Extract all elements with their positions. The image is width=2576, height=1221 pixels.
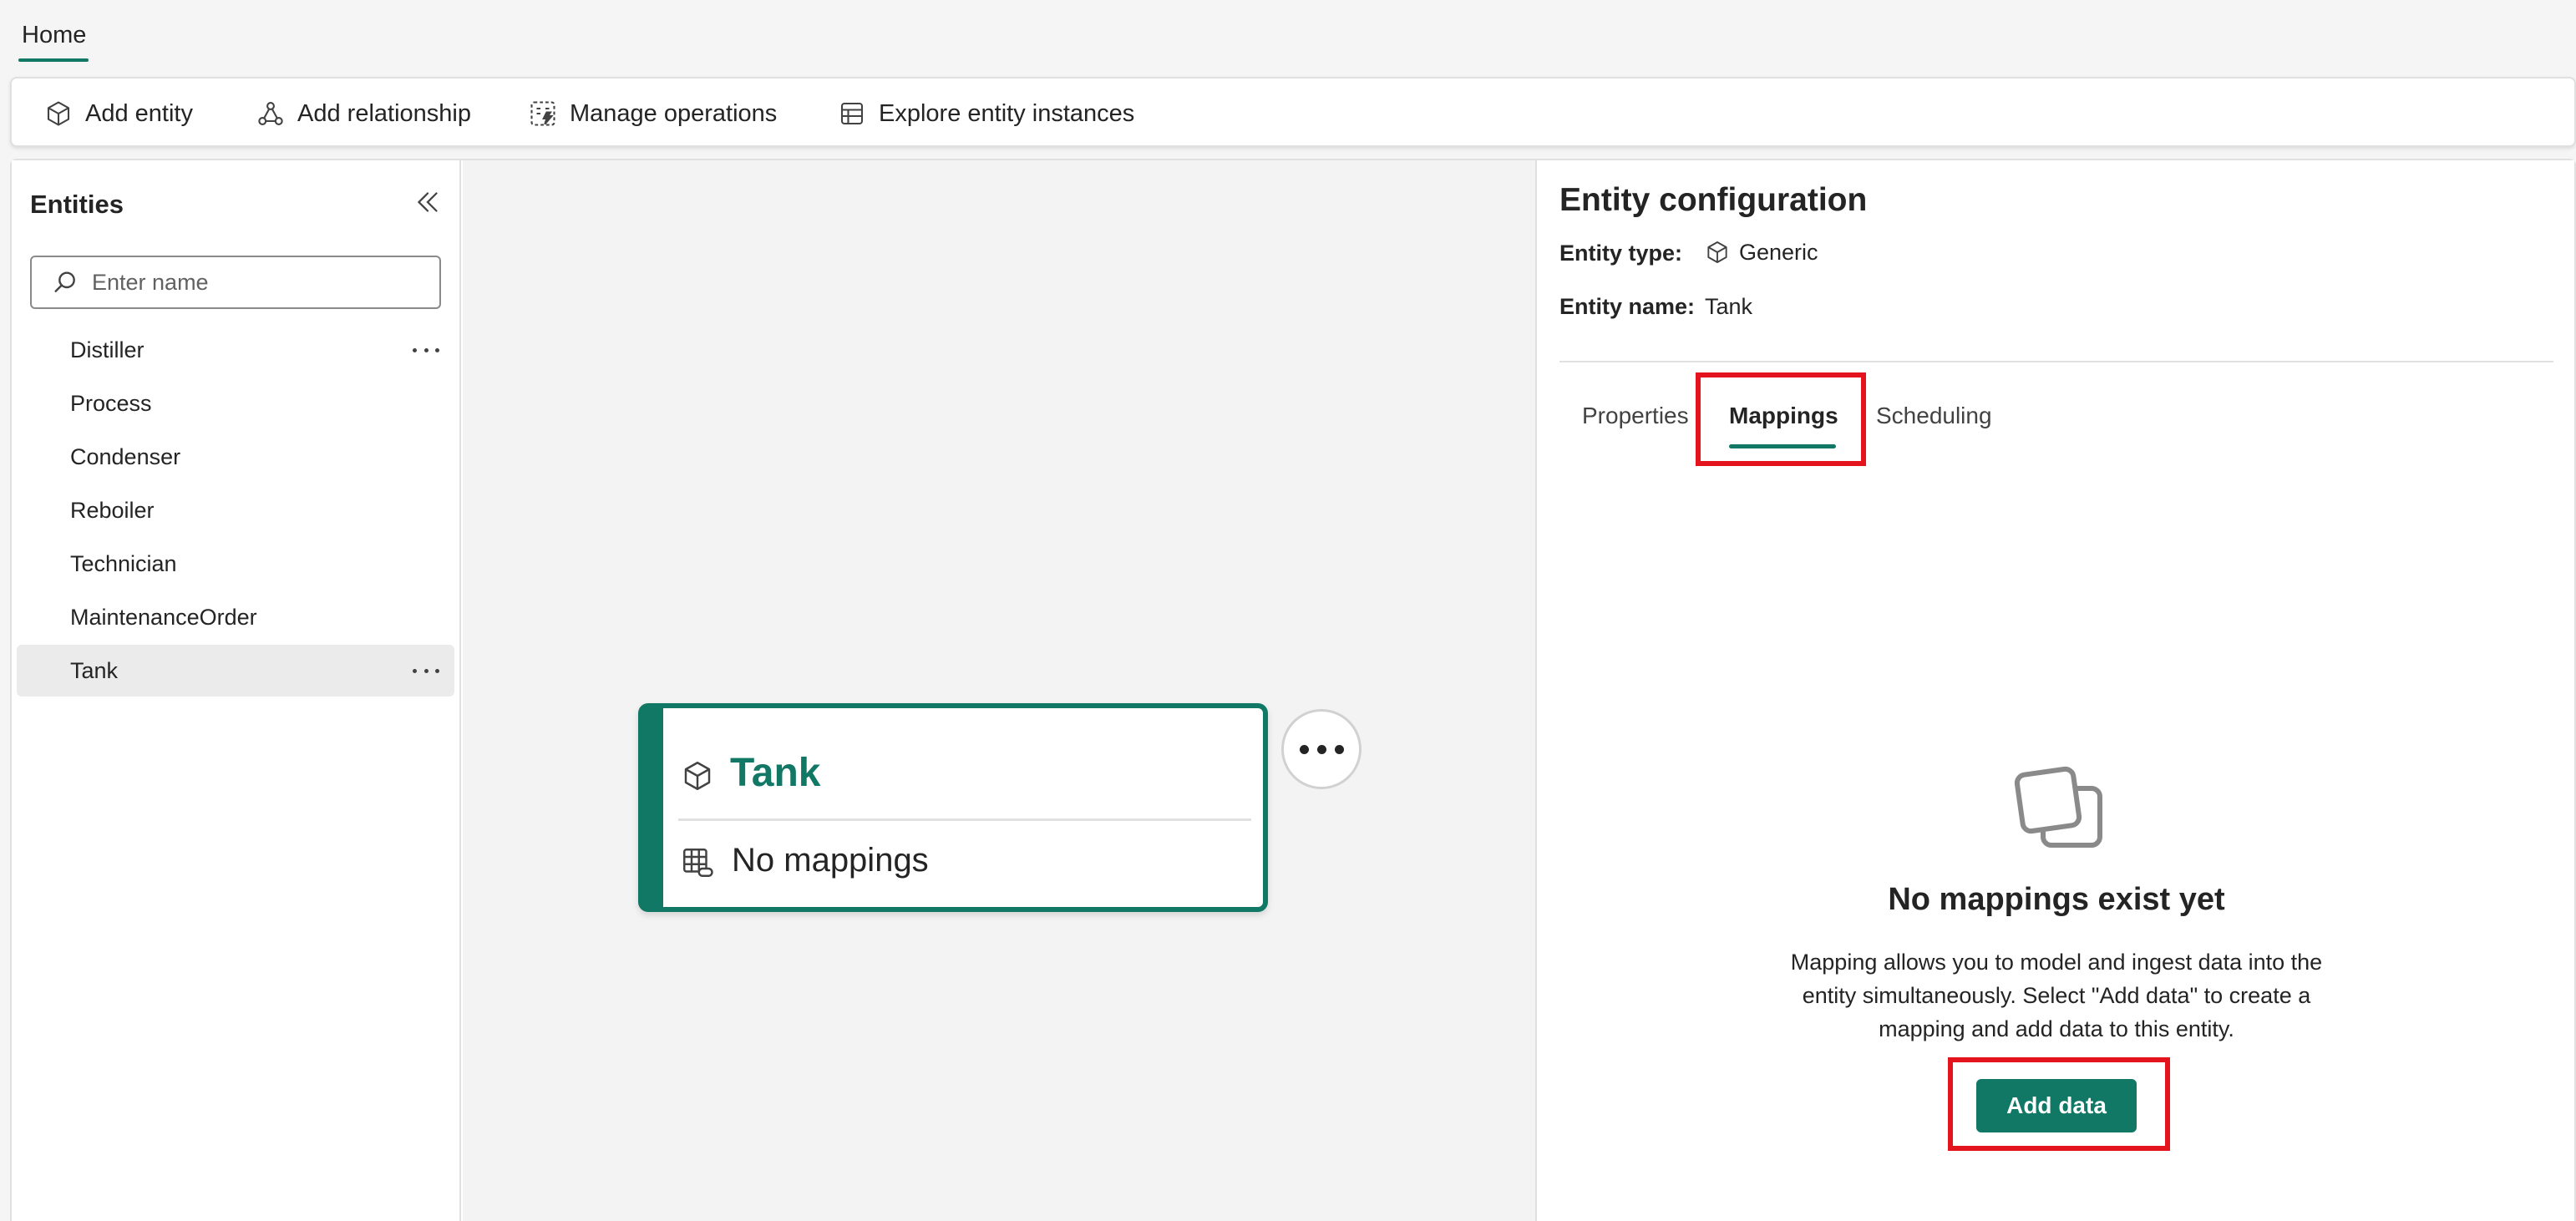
more-options-icon[interactable] <box>413 658 439 683</box>
mappings-tab-highlight <box>1696 372 1866 466</box>
entity-item-label: Technician <box>70 550 177 576</box>
search-icon <box>54 271 75 292</box>
empty-desc-line-1: Mapping allows you to model and ingest d… <box>1790 950 2323 975</box>
entity-item-technician[interactable]: Technician <box>17 538 454 590</box>
add-entity-label: Add entity <box>85 99 193 127</box>
entity-type-label: Entity type: <box>1559 241 1683 266</box>
tab-home[interactable]: Home <box>22 22 86 49</box>
toolbar: Add entity Add relationship Manage opera… <box>10 77 2576 147</box>
entity-item-label: Condenser <box>70 443 181 469</box>
table-link-icon <box>683 849 713 877</box>
card-divider <box>678 818 1251 821</box>
config-title: Entity configuration <box>1559 182 1868 218</box>
entity-item-tank[interactable]: Tank <box>17 645 454 697</box>
entity-item-distiller[interactable]: Distiller <box>17 324 454 376</box>
card-more-options-button[interactable] <box>1281 709 1362 789</box>
add-relationship-label: Add relationship <box>297 99 471 127</box>
graph-canvas[interactable] <box>463 160 1537 1221</box>
entities-title: Entities <box>30 190 124 219</box>
search-box <box>30 256 441 309</box>
entity-name-label: Entity name: <box>1559 294 1696 319</box>
empty-mappings-icon <box>2014 766 2102 848</box>
add-relationship-button[interactable]: Add relationship <box>256 95 471 132</box>
entity-item-label: Distiller <box>70 337 145 362</box>
add-data-highlight <box>1948 1057 2170 1151</box>
entity-item-label: Process <box>70 390 152 416</box>
config-divider <box>1559 361 2553 362</box>
add-entity-button[interactable]: Add entity <box>43 95 193 132</box>
empty-desc-line-2: entity simultaneously. Select "Add data"… <box>1802 983 2311 1008</box>
entity-item-label: MaintenanceOrder <box>70 604 257 630</box>
entity-item-reboiler[interactable]: Reboiler <box>17 484 454 536</box>
entity-card-title: Tank <box>730 751 821 795</box>
collapse-panel-icon[interactable] <box>413 187 443 217</box>
tab-home-underline <box>18 58 89 62</box>
entity-name-value: Tank <box>1705 294 1753 319</box>
explore-entity-instances-button[interactable]: Explore entity instances <box>837 95 1134 132</box>
cube-icon <box>47 101 70 126</box>
entity-item-label: Tank <box>70 657 119 683</box>
cube-icon <box>684 762 711 790</box>
empty-desc-line-3: mapping and add data to this entity. <box>1879 1016 2234 1041</box>
entity-item-label: Reboiler <box>70 497 155 523</box>
explore-entity-instances-label: Explore entity instances <box>879 99 1135 127</box>
entity-type-value: Generic <box>1704 239 1818 266</box>
tab-scheduling[interactable]: Scheduling <box>1876 403 1992 429</box>
entity-card-tank[interactable]: Tank No mappings <box>638 703 1268 912</box>
tab-properties[interactable]: Properties <box>1582 403 1689 429</box>
manage-operations-label: Manage operations <box>570 99 778 127</box>
operations-icon <box>530 101 555 126</box>
cube-icon <box>1707 241 1727 263</box>
empty-state-description: Mapping allows you to model and ingest d… <box>1762 945 2350 1046</box>
entity-card-mappings: No mappings <box>732 842 929 879</box>
relationship-icon <box>258 102 283 125</box>
entity-item-process[interactable]: Process <box>17 377 454 429</box>
entity-item-condenser[interactable]: Condenser <box>17 431 454 483</box>
entity-type-text: Generic <box>1739 239 1818 265</box>
more-options-icon[interactable] <box>413 337 439 362</box>
empty-state-title-text: No mappings exist yet <box>1888 882 2225 917</box>
table-icon <box>840 102 864 125</box>
entity-item-maintenanceorder[interactable]: MaintenanceOrder <box>17 591 454 643</box>
search-input[interactable] <box>92 269 409 296</box>
manage-operations-button[interactable]: Manage operations <box>528 95 777 132</box>
